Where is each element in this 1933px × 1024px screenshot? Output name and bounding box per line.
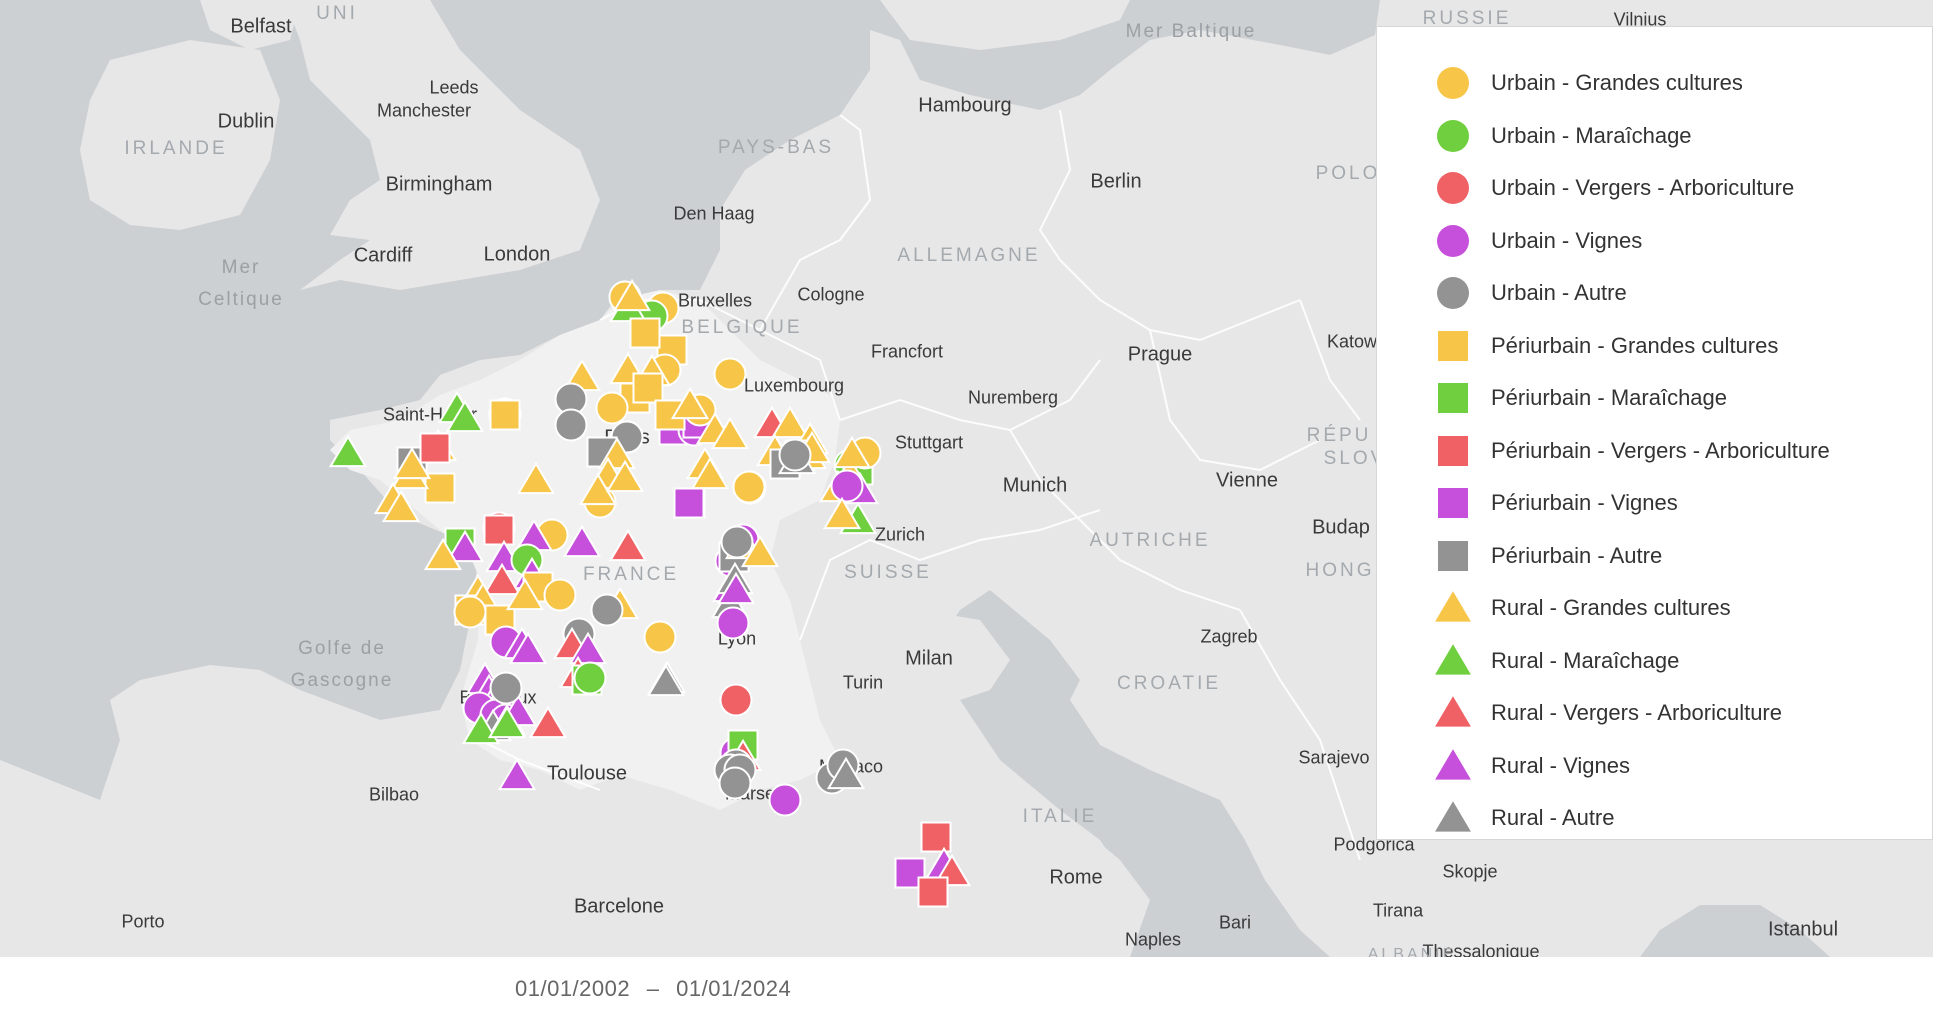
map-marker-circle[interactable] [554,408,588,442]
map-marker-circle[interactable] [718,766,752,800]
map-marker-circle[interactable] [489,671,523,705]
map-marker-square[interactable] [419,432,451,464]
map-marker-circle[interactable] [590,593,624,627]
legend-label: Périurbain - Autre [1491,542,1663,568]
map-marker-circle[interactable] [778,438,812,472]
legend-panel: Urbain - Grandes cultures Urbain - Maraîc… [1376,26,1933,840]
legend-label: Périurbain - Maraîchage [1491,385,1728,410]
map-marker-square[interactable] [920,821,952,853]
legend-triangle-icon [1435,696,1471,727]
legend-label: Urbain - Grandes cultures [1491,70,1743,95]
legend-label: Urbain - Autre [1491,280,1627,305]
legend-triangle-icon [1435,591,1471,622]
map-marker-circle[interactable] [719,683,753,717]
legend-square-icon [1438,330,1468,361]
date-start: 01/01/2002 [515,976,631,1001]
legend-item[interactable]: Urbain - Maraîchage [1433,116,1692,156]
legend-triangle-icon [1435,801,1471,832]
map-marker-square[interactable] [632,372,664,404]
map-marker-triangle[interactable] [516,461,556,495]
legend-circle-icon [1437,224,1469,257]
legend-item[interactable]: Rural - Autre [1433,798,1615,838]
legend-item[interactable]: Périurbain - Maraîchage [1433,378,1727,418]
map-marker-square[interactable] [489,399,521,431]
legend-circle-icon [1437,277,1469,309]
legend-label: Rural - Vergers - Arboriculture [1491,700,1782,725]
map-marker-triangle[interactable] [608,528,648,562]
map-marker-square[interactable] [629,317,661,349]
map-marker-triangle[interactable] [328,434,368,468]
map-marker-triangle[interactable] [562,524,602,558]
map-marker-circle[interactable] [830,469,864,503]
legend-item[interactable]: Périurbain - Autre [1433,536,1662,576]
legend-square-icon [1438,488,1468,518]
legend-label: Urbain - Vignes [1491,227,1643,253]
map-marker-circle[interactable] [595,391,629,425]
legend-label: Rural - Autre [1491,805,1615,830]
legend-label: Rural - Grandes cultures [1491,595,1731,620]
map-marker-circle[interactable] [732,470,766,504]
legend-item[interactable]: Périurbain - Vignes [1433,483,1678,523]
map-marker-circle[interactable] [453,595,487,629]
map-marker-square[interactable] [483,514,515,546]
legend-label: Urbain - Vergers - Arboriculture [1491,175,1795,200]
date-separator: – [646,976,660,1001]
map-marker-circle[interactable] [768,783,802,817]
legend-square-icon [1438,383,1468,413]
map-marker-square[interactable] [673,487,705,519]
legend-label: Rural - Maraîchage [1491,647,1680,673]
legend-triangle-icon [1435,748,1471,780]
legend-label: Rural - Vignes [1491,752,1630,778]
map-marker-circle[interactable] [573,661,607,695]
map-marker-circle[interactable] [713,357,747,391]
date-range: 01/01/2002 – 01/01/2024 [515,976,791,1002]
map-marker-circle[interactable] [543,578,577,612]
map-marker-triangle[interactable] [528,705,568,739]
legend-item[interactable]: Périurbain - Vergers - Arboriculture [1433,431,1830,471]
legend-label: Périurbain - Vergers - Arboriculture [1491,437,1830,463]
legend-triangle-icon [1435,643,1471,675]
legend-item[interactable]: Périurbain - Grandes cultures [1433,326,1778,366]
legend-square-icon [1438,435,1468,466]
legend-label: Périurbain - Grandes cultures [1491,332,1779,358]
map-marker-circle[interactable] [716,606,750,640]
legend-label: Urbain - Maraîchage [1491,122,1692,148]
legend-item[interactable]: Rural - Grandes cultures [1433,588,1731,628]
map-marker-square[interactable] [917,876,949,908]
legend-circle-icon [1437,119,1469,152]
legend-circle-icon [1437,67,1469,99]
map-marker-triangle[interactable] [497,757,537,791]
legend-square-icon [1438,540,1468,571]
legend-label: Périurbain - Vignes [1491,490,1678,515]
legend-item[interactable]: Rural - Maraîchage [1433,641,1679,681]
legend-circle-icon [1437,172,1469,204]
legend-item[interactable]: Rural - Vignes [1433,746,1630,786]
legend-item[interactable]: Urbain - Grandes cultures [1433,63,1743,103]
legend-item[interactable]: Rural - Vergers - Arboriculture [1433,693,1782,733]
legend-item[interactable]: Urbain - Vergers - Arboriculture [1433,168,1794,208]
legend-item[interactable]: Urbain - Autre [1433,273,1627,313]
map-marker-circle[interactable] [720,525,754,559]
date-end: 01/01/2024 [676,976,792,1001]
map-marker-circle[interactable] [643,620,677,654]
legend-item[interactable]: Urbain - Vignes [1433,221,1642,261]
